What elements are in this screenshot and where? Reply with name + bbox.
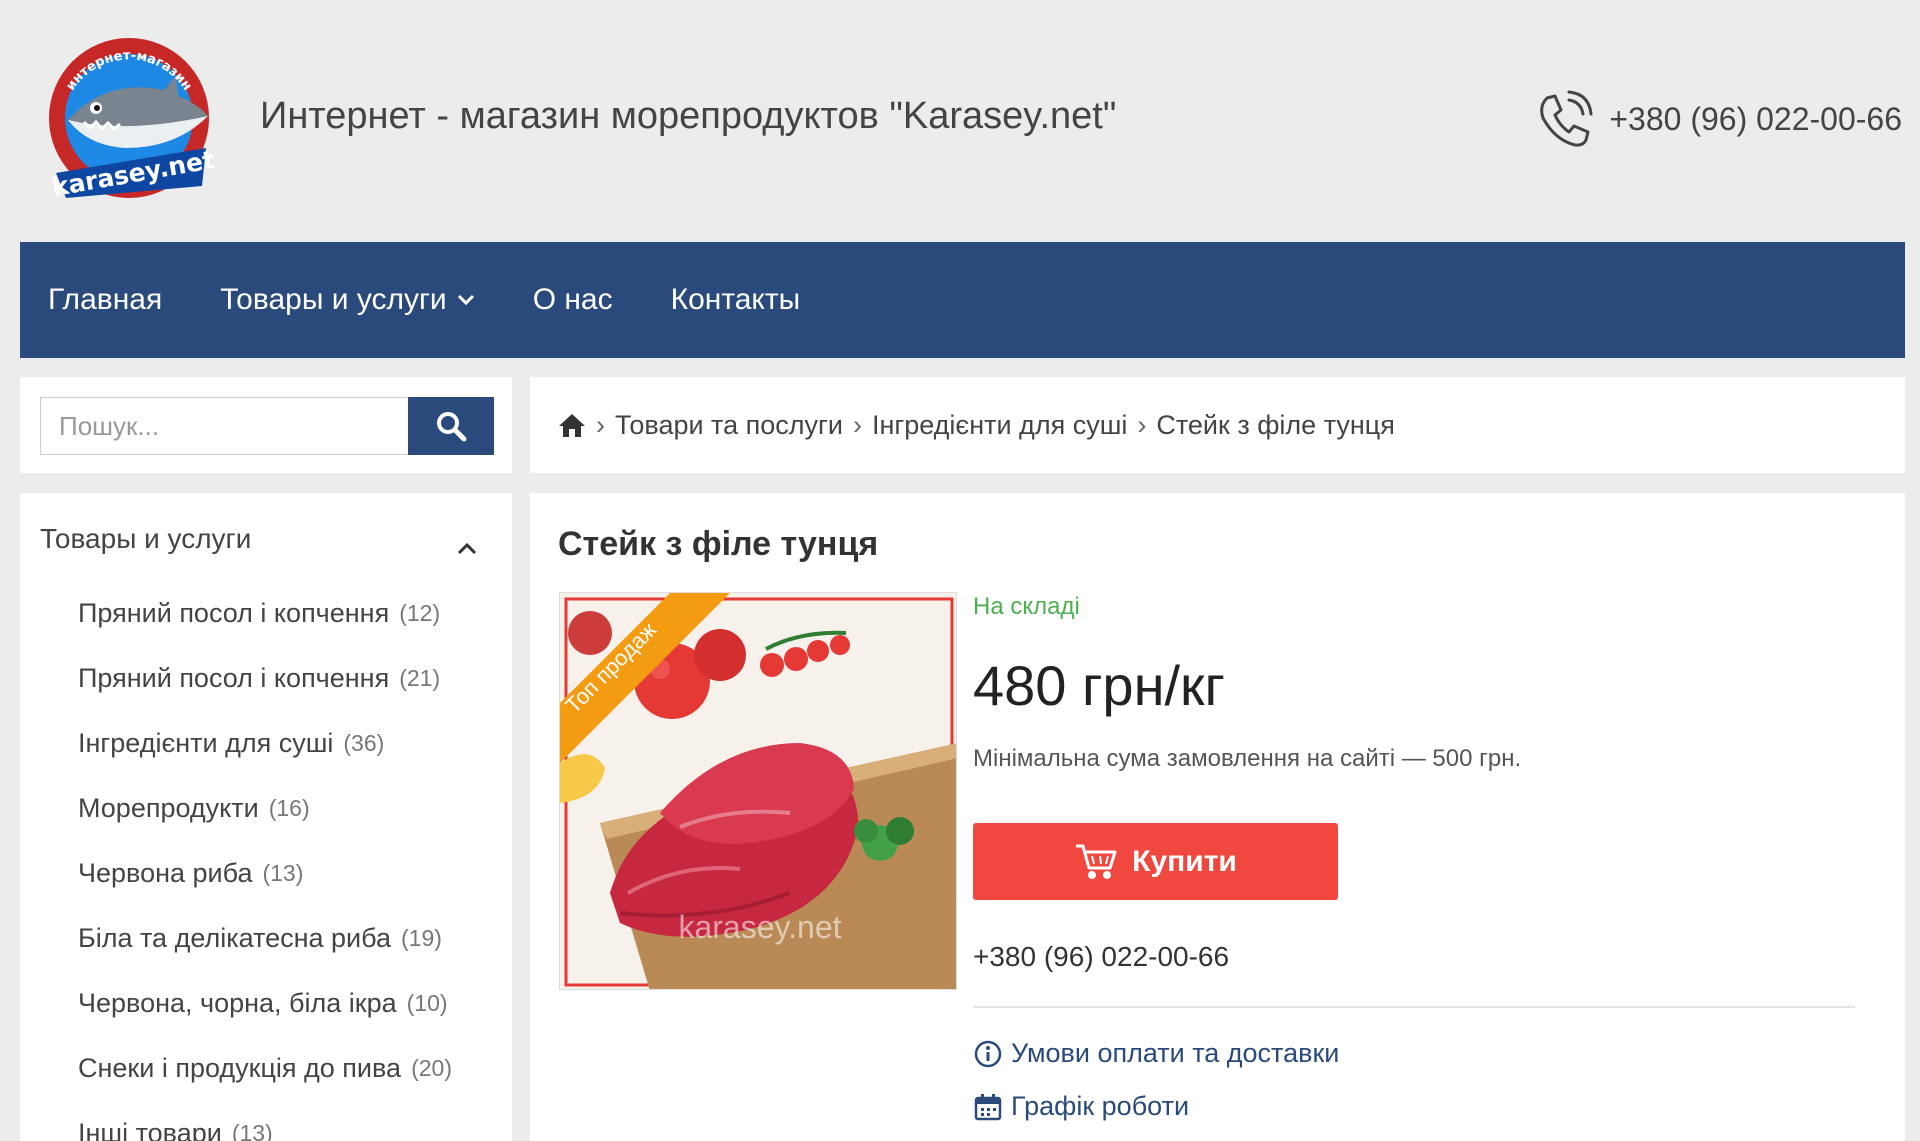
breadcrumb: › Товари та послуги › Інгредієнти для су… (530, 377, 1905, 473)
category-count: (19) (401, 925, 442, 951)
image-watermark: karasey.net (678, 909, 841, 945)
category-label: Пряний посол і копчення (78, 598, 390, 628)
nav-item-label: Главная (48, 283, 163, 316)
nav-item-label: О нас (532, 283, 613, 316)
home-icon[interactable] (558, 412, 586, 438)
search-button[interactable] (408, 397, 494, 455)
breadcrumb-item-sushi[interactable]: Інгредієнти для суші (872, 410, 1127, 441)
category-item[interactable]: Інгредієнти для суші (36) (78, 711, 452, 776)
category-label: Пряний посол і копчення (78, 663, 390, 693)
chevron-up-icon[interactable] (456, 541, 478, 555)
category-label: Снеки і продукція до пива (78, 1053, 402, 1083)
category-count: (12) (399, 600, 441, 626)
nav-item-products[interactable]: Товары и услуги (220, 283, 475, 317)
product-card: Стейк з філе тунця Топ продаж karasey.ne… (530, 493, 1905, 1141)
buy-button[interactable]: Купити (973, 823, 1338, 900)
info-icon (974, 1040, 1002, 1067)
product-title: Стейк з філе тунця (558, 525, 879, 563)
breadcrumb-item-current: Стейк з філе тунця (1156, 409, 1395, 440)
category-count: (13) (231, 1120, 273, 1141)
category-count: (20) (411, 1055, 452, 1081)
buy-button-label: Купити (1132, 844, 1237, 878)
nav-item-contacts[interactable]: Контакты (671, 283, 801, 317)
category-label: Морепродукти (78, 793, 259, 823)
search-icon (437, 412, 467, 442)
phone-icon (1540, 90, 1593, 147)
category-item[interactable]: Біла та делікатесна риба (19) (78, 906, 452, 971)
product-phone[interactable]: +380 (96) 022-00-66 (973, 941, 1229, 973)
category-label: Інші товари (78, 1118, 222, 1141)
delivery-terms-label: Умови оплати та доставки (1011, 1038, 1340, 1068)
category-count: (16) (268, 795, 310, 821)
category-item[interactable]: Червона, чорна, біла ікра (10) (78, 971, 452, 1036)
category-count: (10) (406, 990, 448, 1016)
calendar-icon (974, 1093, 1002, 1120)
nav-item-label: Товары и услуги (220, 283, 447, 316)
category-count: (36) (343, 730, 385, 756)
nav-item-label: Контакты (670, 283, 801, 316)
delivery-terms-link[interactable]: Умови оплати та доставки (973, 1038, 1339, 1069)
min-order-note: Мінімальна сума замовлення на сайті — 50… (973, 745, 1522, 772)
main-nav: Главная Товары и услуги О нас Контакты (20, 242, 1905, 358)
work-schedule-label: Графік роботи (1011, 1091, 1190, 1121)
nav-item-home[interactable]: Главная (48, 283, 162, 317)
product-image[interactable]: Топ продаж karasey.net (559, 592, 957, 990)
work-schedule-link[interactable]: Графік роботи (973, 1091, 1189, 1122)
header-phone-number[interactable]: +380 (96) 022-00-66 (1609, 101, 1902, 138)
category-sidebar: Товары и услуги Пряний посол і копчення (… (20, 493, 512, 1141)
tuna-steak-image: Топ продаж karasey.net (560, 593, 956, 989)
category-label: Біла та делікатесна риба (78, 923, 391, 953)
search-panel (20, 377, 512, 473)
breadcrumb-separator: › (852, 409, 862, 440)
nav-item-about[interactable]: О нас (533, 283, 613, 317)
category-count: (13) (262, 860, 304, 886)
shark-logo-icon: karasey.net интернет-магазин (49, 38, 217, 202)
category-item[interactable]: Червона риба (13) (78, 841, 452, 906)
category-label: Червона риба (78, 858, 253, 888)
chevron-down-icon (457, 294, 474, 306)
category-item[interactable]: Морепродукти (16) (78, 776, 452, 841)
breadcrumb-separator: › (1137, 409, 1147, 440)
category-item[interactable]: Пряний посол і копчення (12) (78, 581, 452, 646)
category-count: (21) (399, 665, 441, 691)
divider (973, 1006, 1855, 1008)
breadcrumb-separator: › (596, 409, 605, 440)
category-list: Пряний посол і копчення (12) Пряний посол… (78, 581, 452, 1141)
search-input[interactable] (40, 397, 408, 455)
category-item[interactable]: Інші товари (13) (78, 1101, 452, 1141)
breadcrumb-item-products[interactable]: Товари та послуги (615, 410, 843, 441)
category-label: Інгредієнти для суші (78, 728, 334, 758)
product-price: 480 грн/кг (973, 654, 1225, 717)
header-phone[interactable]: +380 (96) 022-00-66 (1533, 88, 1902, 150)
category-item[interactable]: Пряний посол і копчення (21) (78, 646, 452, 711)
site-logo[interactable]: karasey.net интернет-магазин (26, 28, 226, 203)
sidebar-heading[interactable]: Товары и услуги (40, 523, 251, 555)
category-label: Червона, чорна, біла ікра (78, 988, 397, 1018)
category-item[interactable]: Снеки і продукція до пива (20) (78, 1036, 452, 1101)
site-header: karasey.net интернет-магазин Интернет - … (0, 0, 1920, 240)
cart-icon (1076, 844, 1117, 879)
stock-status: На складі (973, 593, 1080, 620)
site-title: Интернет - магазин морепродуктов "Karase… (260, 95, 1117, 137)
